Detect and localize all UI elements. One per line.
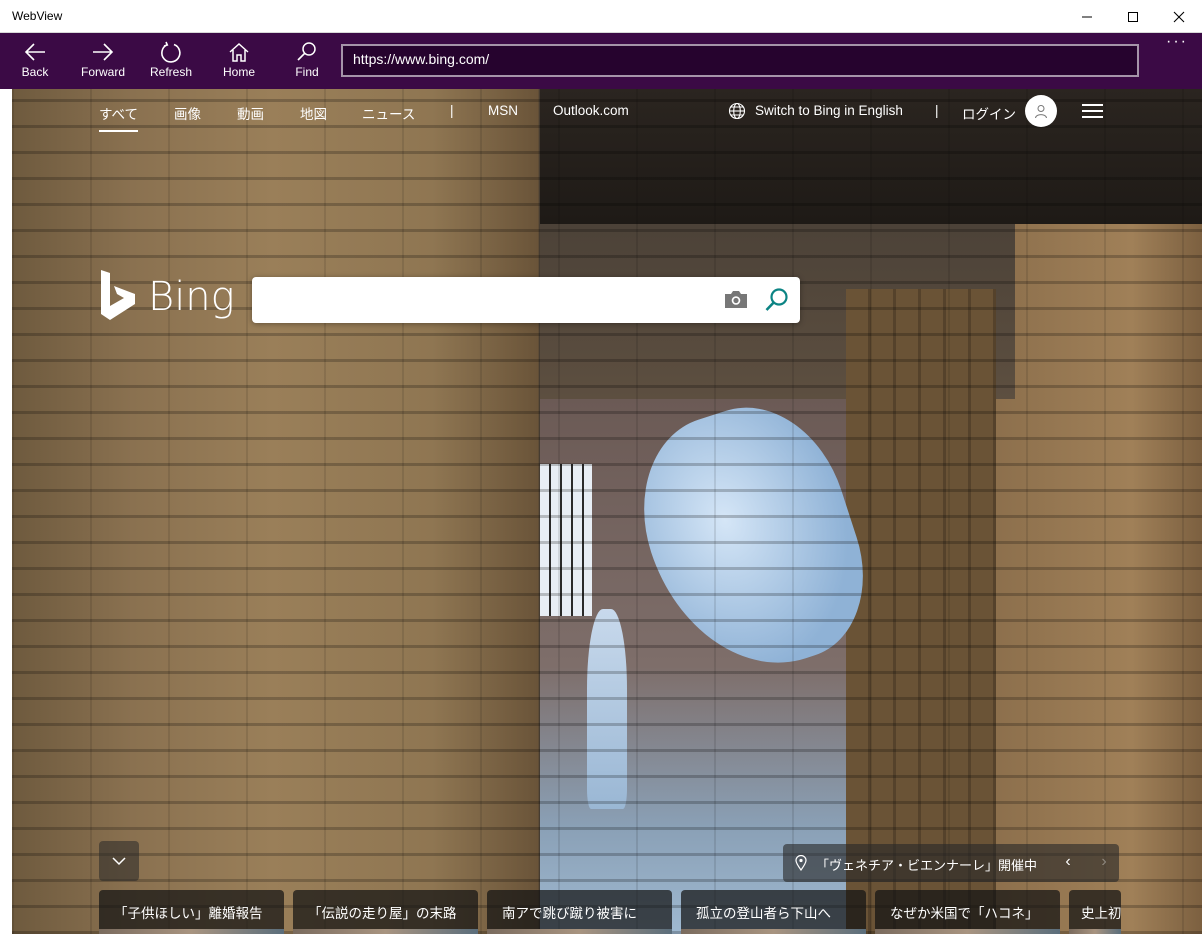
user-icon: [1035, 105, 1047, 119]
bing-b-icon: [101, 270, 135, 320]
news-title: 「子供ほしい」離婚報告: [114, 906, 263, 921]
previous-image-button[interactable]: ‹: [1053, 853, 1083, 873]
find-button[interactable]: Find: [275, 33, 339, 89]
minimize-icon: [1082, 16, 1092, 17]
maximize-icon: [1128, 11, 1138, 22]
refresh-button[interactable]: Refresh: [139, 33, 203, 89]
search-submit-icon[interactable]: [764, 287, 790, 313]
search-box: [252, 277, 800, 323]
nav-separator-2: |: [935, 103, 939, 118]
chevron-down-icon: [112, 856, 126, 865]
news-thumbnail: [293, 929, 478, 934]
news-title: 史上初: [1081, 906, 1121, 921]
nav-separator: |: [450, 103, 454, 118]
image-caption-bar[interactable]: 「ヴェネチア・ビエンナーレ」開催中 ‹ ›: [783, 844, 1119, 882]
nav-videos[interactable]: 動画: [237, 103, 264, 123]
news-tile[interactable]: なぜか米国で「ハコネ」: [875, 890, 1060, 934]
nav-images[interactable]: 画像: [174, 103, 201, 123]
webview-content: すべて 画像 動画 地図 ニュース | MSN Outlook.com Swit…: [12, 89, 1202, 934]
back-arrow-icon: [24, 43, 45, 61]
switch-language-link[interactable]: Switch to Bing in English: [755, 103, 903, 118]
news-thumbnail: [1069, 929, 1121, 934]
close-icon: [1173, 11, 1185, 22]
news-tile[interactable]: 史上初: [1069, 890, 1121, 934]
image-caption-text[interactable]: 「ヴェネチア・ビエンナーレ」開催中: [816, 855, 1037, 874]
home-button[interactable]: Home: [207, 33, 271, 89]
globe-icon: [728, 102, 746, 120]
background-brick-texture: [12, 89, 1202, 934]
nav-maps[interactable]: 地図: [300, 103, 327, 123]
minimize-button[interactable]: [1064, 0, 1110, 33]
news-tile[interactable]: 「子供ほしい」離婚報告: [99, 890, 284, 934]
news-title: 南アで跳び蹴り被害に: [502, 906, 637, 921]
more-options-button[interactable]: ···: [1166, 33, 1188, 51]
window-titlebar: WebView: [0, 0, 1202, 33]
avatar[interactable]: [1025, 95, 1057, 127]
bing-wordmark: Bing: [148, 274, 235, 320]
camera-icon[interactable]: [724, 289, 748, 309]
find-label: Find: [295, 65, 319, 79]
hamburger-menu-icon[interactable]: [1082, 103, 1104, 119]
news-thumbnail: [99, 929, 284, 934]
browser-toolbar: Back Forward Refresh Home Find https://w…: [0, 33, 1202, 89]
forward-arrow-icon: [93, 43, 114, 61]
home-label: Home: [222, 65, 255, 79]
back-label: Back: [21, 65, 49, 79]
nav-msn[interactable]: MSN: [488, 103, 518, 118]
news-thumbnail: [681, 929, 866, 934]
address-bar[interactable]: https://www.bing.com/: [341, 44, 1139, 77]
location-pin-icon: [795, 855, 807, 871]
nav-all[interactable]: すべて: [99, 103, 139, 132]
scroll-down-button[interactable]: [99, 841, 139, 881]
maximize-button[interactable]: [1110, 0, 1156, 33]
back-button[interactable]: Back: [3, 33, 67, 89]
news-tile[interactable]: 孤立の登山者ら下山へ: [681, 890, 866, 934]
forward-label: Forward: [80, 65, 125, 79]
news-title: 「伝説の走り屋」の末路: [308, 906, 457, 921]
search-input[interactable]: [264, 285, 708, 317]
nav-news[interactable]: ニュース: [362, 103, 415, 123]
window-title: WebView: [12, 9, 63, 23]
news-thumbnail: [487, 929, 672, 934]
nav-outlook[interactable]: Outlook.com: [553, 103, 629, 118]
news-tile[interactable]: 「伝説の走り屋」の末路: [293, 890, 478, 934]
forward-button[interactable]: Forward: [71, 33, 135, 89]
close-button[interactable]: [1156, 0, 1202, 33]
login-link[interactable]: ログイン: [962, 103, 1016, 123]
home-icon: [229, 42, 249, 62]
refresh-label: Refresh: [149, 65, 193, 79]
refresh-icon: [161, 41, 181, 63]
bing-top-nav: すべて 画像 動画 地図 ニュース | MSN Outlook.com Swit…: [12, 89, 1202, 133]
news-title: なぜか米国で「ハコネ」: [890, 906, 1039, 921]
news-thumbnail: [875, 929, 1060, 934]
next-image-button[interactable]: ›: [1089, 853, 1119, 873]
search-icon: [297, 42, 316, 61]
news-title: 孤立の登山者ら下山へ: [696, 906, 831, 921]
news-tile[interactable]: 南アで跳び蹴り被害に: [487, 890, 672, 934]
